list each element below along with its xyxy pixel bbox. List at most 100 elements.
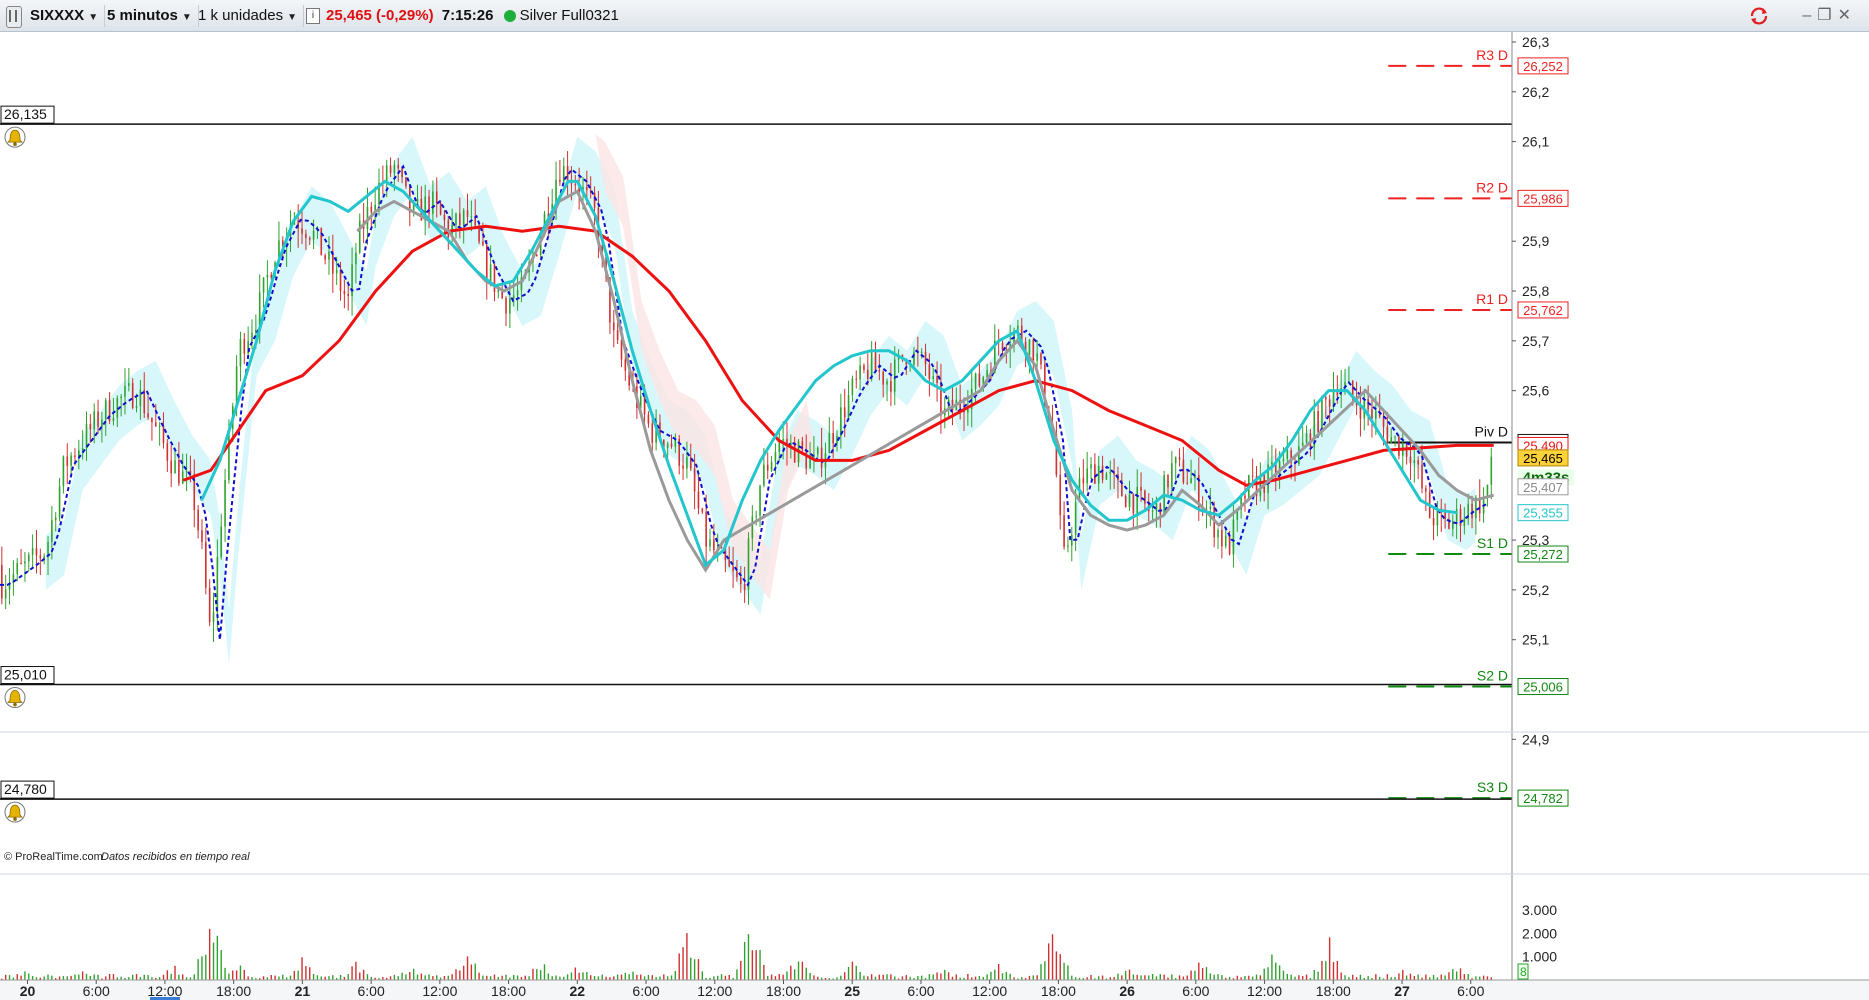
candle-body	[1413, 460, 1416, 464]
minimize-icon[interactable]: –	[1802, 7, 1817, 24]
quote-info: i 25,465 (-0,29%) 7:15:26 Silver Full0321	[300, 5, 625, 27]
candle-body	[97, 411, 99, 427]
candle-body	[1301, 442, 1304, 447]
candle-body	[27, 554, 30, 562]
candle-body	[112, 417, 115, 421]
candle-body	[820, 447, 823, 468]
restore-icon[interactable]: ❐	[1817, 7, 1837, 24]
candle-body	[1251, 475, 1254, 477]
candle-body	[435, 191, 438, 203]
candle-body	[1105, 473, 1108, 480]
candle-body	[1490, 456, 1493, 485]
y-tick-label: 25,7	[1522, 333, 1549, 349]
candle-body	[620, 339, 623, 360]
x-tick-label: 12:00	[422, 983, 457, 999]
candle-body	[586, 186, 588, 191]
candle-body	[151, 417, 153, 423]
price-label: 25,355	[1523, 506, 1563, 521]
candle-body	[536, 255, 538, 257]
quote-time: 7:15:26	[441, 7, 494, 24]
candle-body	[158, 425, 161, 427]
candle-body	[405, 177, 407, 187]
candle-body	[81, 448, 84, 451]
time-axis[interactable]: 20 6:00 12:00 18:00 21 6:00 12:00 18:00 22 6:00 12…	[0, 979, 1869, 1000]
candle-body	[459, 213, 461, 226]
sync-icon[interactable]	[1749, 6, 1769, 26]
candle-body	[135, 406, 138, 408]
chevron-down-icon: ▼	[181, 12, 192, 23]
candle-body	[139, 389, 142, 407]
candle-body	[358, 220, 361, 253]
alert-price: 26,135	[4, 106, 47, 122]
candle-body	[1471, 503, 1473, 519]
candle-body	[878, 370, 881, 372]
symbol-selector[interactable]: SIXXXX ▼	[24, 5, 106, 27]
timeframe-selector[interactable]: 5 minutos ▼	[101, 5, 199, 27]
close-icon[interactable]: ✕	[1838, 7, 1857, 24]
candle-body	[1067, 545, 1069, 547]
candle-body	[216, 556, 219, 613]
candle-body	[31, 548, 34, 555]
candle-body	[389, 165, 392, 174]
candle-body	[1425, 488, 1427, 492]
candle-body	[197, 509, 199, 531]
candle-body	[1209, 506, 1212, 509]
candle-body	[1305, 433, 1308, 443]
candle-body	[624, 359, 627, 371]
units-selector[interactable]: 1 k unidades ▼	[192, 5, 304, 27]
candle-body	[932, 376, 935, 379]
candle-body	[1109, 471, 1112, 474]
candle-body	[759, 485, 761, 516]
candle-body	[166, 443, 169, 461]
y-tick-label: 26,2	[1522, 84, 1549, 100]
candle-body	[1144, 490, 1146, 504]
candle-body	[85, 424, 88, 449]
bell-icon	[4, 801, 26, 823]
candle-body	[131, 383, 134, 408]
candle-body	[509, 298, 511, 314]
candle-body	[320, 227, 323, 256]
candle-body	[1028, 339, 1031, 355]
bell-clapper	[13, 142, 17, 146]
candle-body	[1371, 409, 1373, 419]
price-chart[interactable]: R3 D26,252R2 D25,986R1 D25,762Piv D25,49…	[0, 32, 1869, 1000]
info-icon[interactable]: i	[306, 8, 320, 25]
candle-body	[466, 210, 469, 217]
candle-body	[1001, 342, 1004, 350]
candle-body	[224, 479, 226, 527]
candle-body	[439, 202, 442, 215]
candle-body	[843, 407, 846, 418]
candle-body	[124, 385, 126, 397]
x-tick-label: 25	[844, 983, 860, 999]
candle-body	[755, 515, 757, 517]
candle-body	[616, 330, 619, 340]
candle-body	[978, 373, 981, 386]
candle-body	[782, 439, 784, 441]
candle-body	[212, 612, 215, 623]
candle-body	[1452, 521, 1454, 529]
candle-body	[489, 264, 492, 281]
x-tick-label: 6:00	[632, 983, 659, 999]
candle-body	[666, 443, 669, 448]
candle-body	[651, 423, 654, 443]
candle-body	[1059, 474, 1062, 516]
y-tick-label: 25,8	[1522, 283, 1549, 299]
candle-body	[1409, 456, 1412, 464]
candle-body	[647, 414, 650, 424]
candle-body	[1336, 391, 1339, 396]
candle-body	[35, 548, 38, 556]
x-tick-label: 18:00	[1041, 983, 1076, 999]
candle-body	[266, 274, 269, 278]
candle-body	[339, 270, 342, 291]
candle-body	[774, 451, 777, 462]
candle-body	[208, 587, 211, 623]
candle-body	[686, 457, 688, 469]
candle-body	[920, 351, 923, 354]
candle-body	[1036, 353, 1038, 361]
candle-body	[1224, 535, 1227, 547]
candle-body	[485, 245, 488, 281]
candle-body	[1178, 457, 1181, 460]
candle-body	[51, 520, 53, 543]
level-price: 25,986	[1523, 191, 1563, 206]
candle-body	[1271, 462, 1273, 465]
